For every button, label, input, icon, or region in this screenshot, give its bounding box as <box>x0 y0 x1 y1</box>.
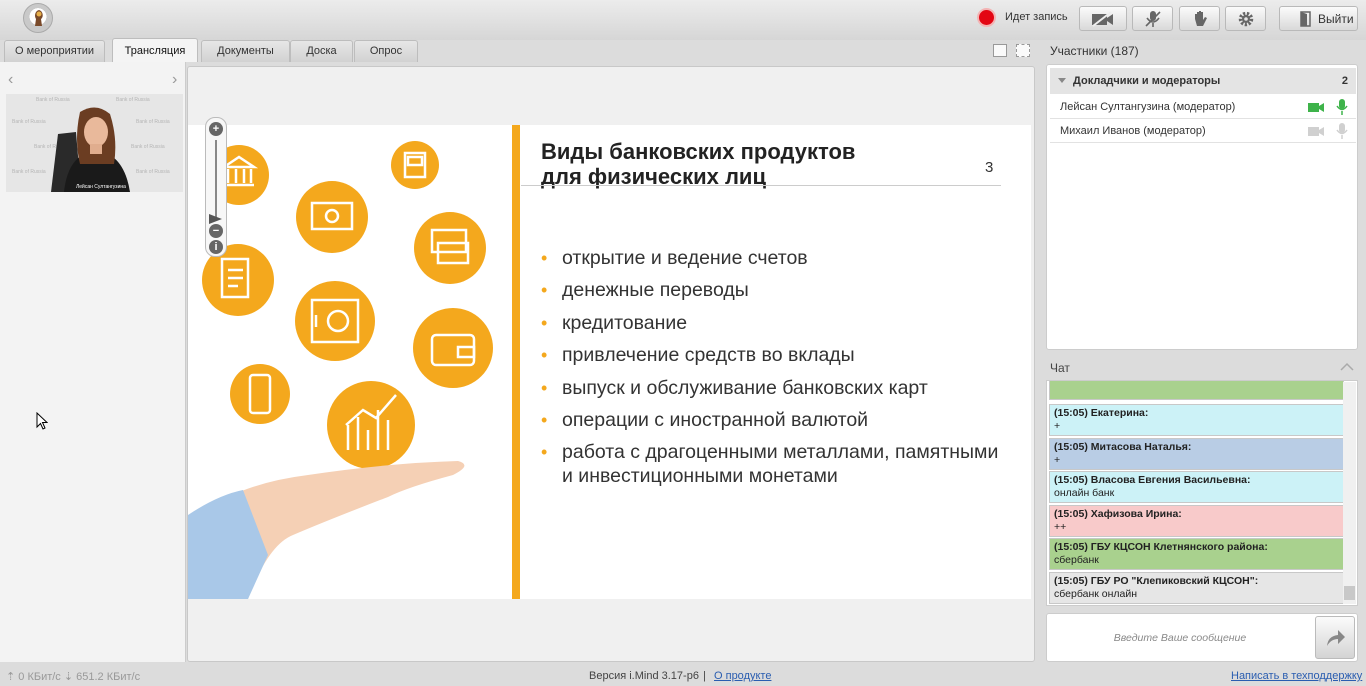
participant-name: Михаил Иванов (модератор) <box>1060 125 1206 137</box>
window-layout-icon[interactable] <box>993 44 1007 57</box>
microphone-toggle-button[interactable] <box>1132 6 1173 31</box>
send-arrow-icon <box>1327 630 1345 646</box>
chat-text: + <box>1054 419 1061 432</box>
chat-author: (15:05) ГБУ КЦСОН Клетнянского района: <box>1054 541 1268 553</box>
recording-status: Идет запись <box>1005 11 1068 23</box>
chat-author: (15:05) Власова Евгения Васильевна: <box>1054 474 1251 486</box>
banking-illustration <box>188 141 493 599</box>
chat-author: (15:05) Митасова Наталья: <box>1054 441 1192 453</box>
slide-bullet: работа с драгоценными металлами, памятны… <box>540 440 1010 488</box>
about-product-link[interactable]: О продукте <box>714 670 771 682</box>
participants-title: Участники (187) <box>1050 44 1139 58</box>
support-link[interactable]: Написать в техподдержку <box>1231 670 1362 682</box>
door-exit-icon <box>1300 10 1311 27</box>
zoom-handle[interactable] <box>209 214 222 224</box>
slide-divider <box>521 185 1001 186</box>
chat-panel: + (15:05) Екатерина:+ (15:05) Митасова Н… <box>1046 380 1358 606</box>
participant-row[interactable]: Лейсан Султангузина (модератор) <box>1050 95 1356 119</box>
exit-label: Выйти <box>1318 12 1354 26</box>
chat-input-placeholder: Введите Ваше сообщение <box>1113 632 1247 644</box>
collapse-triangle-icon[interactable] <box>1058 78 1066 83</box>
raise-hand-button[interactable] <box>1179 6 1220 31</box>
chat-text: сбербанк онлайн <box>1054 587 1138 600</box>
tab-documents[interactable]: Документы <box>201 40 290 62</box>
slide-bullet-list: открытие и ведение счетов денежные перев… <box>540 246 1010 497</box>
chat-text: сбербанк <box>1054 553 1099 566</box>
camera-off-icon <box>1092 10 1113 27</box>
chat-text: + <box>1054 453 1061 466</box>
group-count: 2 <box>1341 75 1348 87</box>
participant-name: Лейсан Султангузина (модератор) <box>1060 101 1236 113</box>
chat-message: (15:05) Екатерина: + <box>1049 404 1344 436</box>
recording-indicator-icon <box>977 8 996 27</box>
send-message-button[interactable] <box>1315 616 1355 659</box>
participants-group-header[interactable]: Докладчики и модераторы 2 <box>1050 68 1356 94</box>
microphone-off-icon <box>1336 123 1348 139</box>
slide-bullet: операции с иностранной валютой <box>540 408 1010 432</box>
settings-button[interactable] <box>1225 6 1266 31</box>
gear-icon <box>1238 11 1253 26</box>
chevron-up-icon[interactable] <box>1340 362 1354 371</box>
tab-poll[interactable]: Опрос <box>354 40 418 62</box>
chevron-right-icon[interactable]: › <box>172 71 177 89</box>
slide-bullet: выпуск и обслуживание банковских карт <box>540 376 1010 400</box>
presentation-slide: Виды банковских продуктов для физических… <box>188 125 1031 599</box>
chat-author: (15:05) Екатерина: <box>1054 407 1149 419</box>
chevron-left-icon[interactable]: ‹ <box>8 71 13 89</box>
tab-about-event[interactable]: О мероприятии <box>4 40 105 62</box>
chat-author: (15:05) ГБУ РО "Клепиковский КЦСОН": <box>1054 575 1259 587</box>
bandwidth-status: ⇡ 0 КБит/с ⇣ 651.2 КБит/с <box>6 671 141 683</box>
group-label: Докладчики и модераторы <box>1073 75 1221 87</box>
slide-page-number: 3 <box>985 159 994 176</box>
chat-message: (15:05) Митасова Наталья: + <box>1049 438 1344 470</box>
hand-icon <box>1194 10 1207 26</box>
info-button[interactable]: i <box>209 240 223 254</box>
participant-row[interactable]: Михаил Иванов (модератор) <box>1050 119 1356 143</box>
status-bar: ⇡ 0 КБит/с ⇣ 651.2 КБит/с Версия i.Mind … <box>0 667 1366 686</box>
camera-toggle-button[interactable] <box>1079 6 1127 31</box>
microphone-off-icon <box>1144 10 1161 27</box>
speaker-video[interactable]: Bank of Russia Bank of Russia Bank of Ru… <box>6 94 183 192</box>
mouse-cursor-icon <box>36 412 48 430</box>
zoom-control: + − i <box>205 117 227 257</box>
footer-separator: | <box>703 670 706 682</box>
tab-board[interactable]: Доска <box>290 40 353 62</box>
app-logo <box>23 3 53 33</box>
chat-title: Чат <box>1050 361 1070 375</box>
version-text: Версия i.Mind 3.17-р6 <box>589 670 699 682</box>
chat-author: (15:05) Хафизова Ирина: <box>1054 508 1182 520</box>
fullscreen-icon[interactable] <box>1016 44 1030 57</box>
chat-text: онлайн банк <box>1054 486 1115 499</box>
speaker-caption: Лейсан Султангузина <box>76 184 126 190</box>
slide-bullet: кредитование <box>540 311 1010 335</box>
chat-message: (15:05) Хафизова Ирина: ++ <box>1049 505 1344 537</box>
chat-message: + <box>1049 381 1344 400</box>
microphone-on-icon <box>1336 99 1348 115</box>
camera-on-icon <box>1308 103 1324 112</box>
chat-text: ++ <box>1054 520 1067 533</box>
tab-broadcast[interactable]: Трансляция <box>112 38 198 62</box>
chat-scroll-thumb[interactable] <box>1344 586 1355 600</box>
slide-bullet: открытие и ведение счетов <box>540 246 1010 270</box>
chat-message-list: + (15:05) Екатерина:+ (15:05) Митасова Н… <box>1049 381 1344 605</box>
chat-text: + <box>1054 381 1060 383</box>
camera-off-icon <box>1308 127 1324 136</box>
slide-title: Виды банковских продуктов для физических… <box>541 139 941 189</box>
slide-bullet: привлечение средств во вклады <box>540 343 1010 367</box>
chat-scrollbar[interactable] <box>1343 382 1356 604</box>
chat-message: (15:05) Власова Евгения Васильевна: онлай… <box>1049 471 1344 503</box>
slide-bullet: денежные переводы <box>540 278 1010 302</box>
zoom-track[interactable] <box>215 140 217 218</box>
zoom-in-button[interactable]: + <box>209 122 223 136</box>
speaker-figure-icon <box>51 107 130 192</box>
exit-button[interactable]: Выйти <box>1279 6 1358 31</box>
chat-message: (15:05) ГБУ РО "Клепиковский КЦСОН": сбер… <box>1049 572 1344 604</box>
main-tabs: О мероприятии Трансляция Документы Доска… <box>0 38 1040 62</box>
slide-title-line: Виды банковских продуктов <box>541 139 856 164</box>
slide-accent-bar <box>512 125 520 599</box>
zoom-out-button[interactable]: − <box>209 224 223 238</box>
chat-message: (15:05) ГБУ КЦСОН Клетнянского района: сб… <box>1049 538 1344 570</box>
top-toolbar: Идет запись Выйти <box>0 0 1366 40</box>
